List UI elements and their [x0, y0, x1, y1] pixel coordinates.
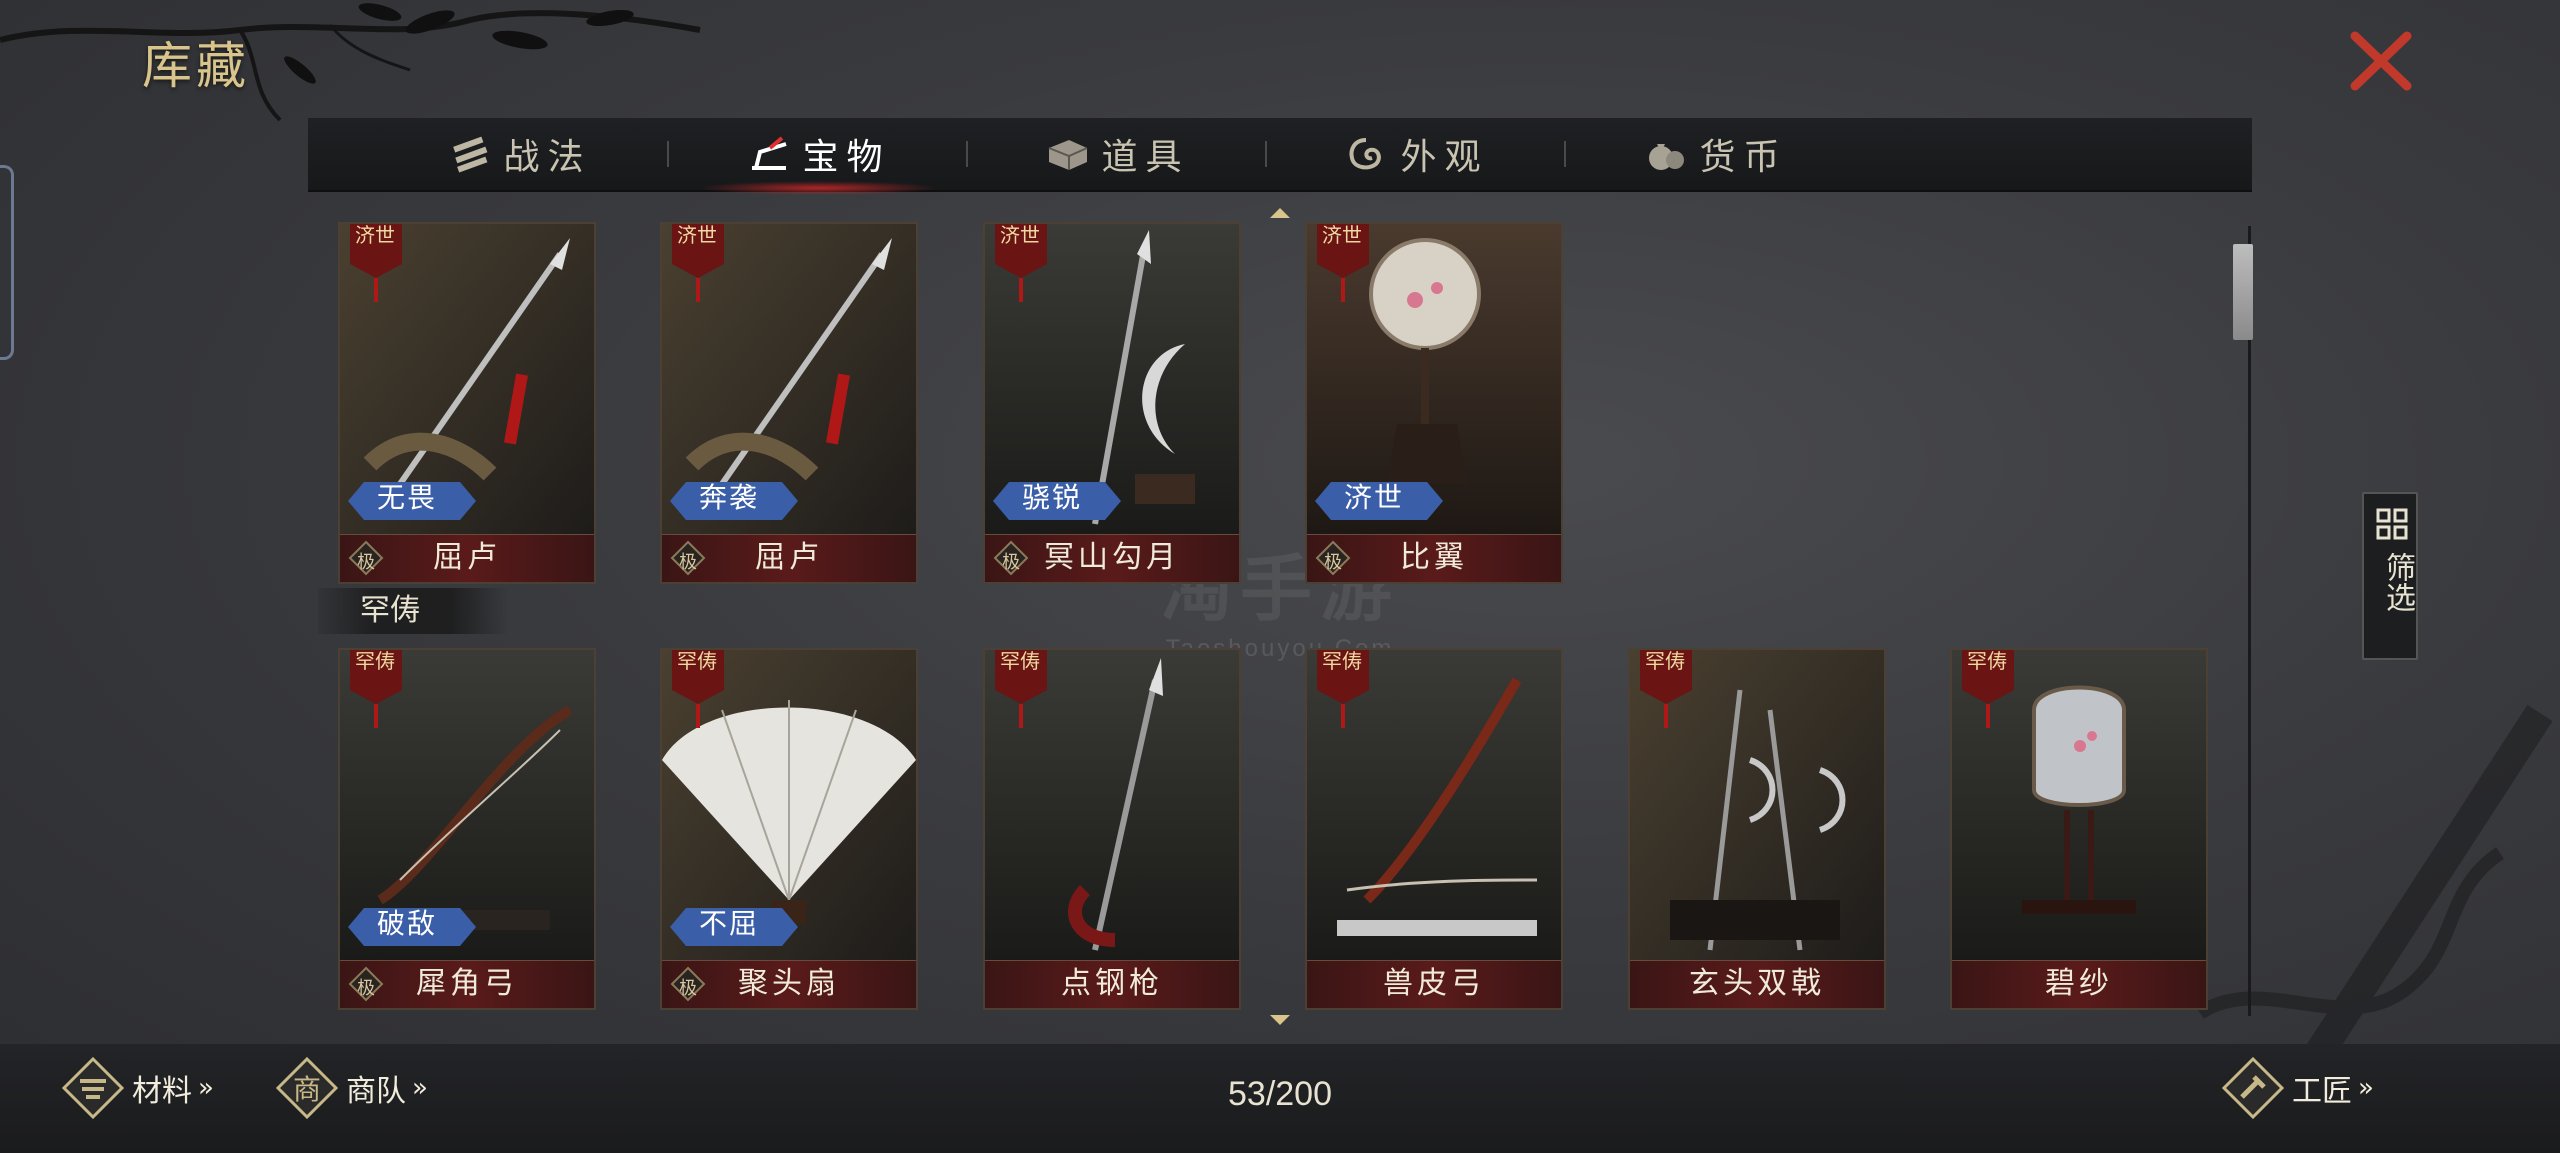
treasure-icon [752, 136, 788, 170]
tab-tactics[interactable]: 战法 [370, 117, 669, 191]
scroll-bundle-icon [453, 136, 488, 173]
card-name: 屈卢 [433, 540, 501, 575]
swirl-icon [1350, 138, 1382, 170]
treasure-card[interactable]: 罕俦 不屈 极 聚头扇 [660, 648, 918, 1010]
money-bag-icon [1649, 144, 1685, 170]
scroll-up-arrow-icon[interactable] [1268, 206, 1292, 220]
filter-label: 筛选 [2380, 552, 2415, 612]
card-name: 兽皮弓 [1383, 966, 1485, 1001]
materials-button[interactable]: 材料 » [62, 1057, 214, 1119]
trait-badge-label: 破敌 [376, 907, 437, 940]
treasure-card[interactable]: 济世 济世 极 比翼 [1305, 222, 1563, 584]
treasure-card[interactable]: 济世 无畏 极 屈卢 [338, 222, 596, 584]
scrollbar-track[interactable] [2248, 226, 2251, 1016]
tab-currency[interactable]: 货币 [1566, 117, 1865, 191]
craftsman-button[interactable]: 工匠 » [2222, 1057, 2374, 1119]
card-name: 碧纱 [2045, 966, 2113, 1001]
trait-badge-label: 无畏 [376, 481, 437, 514]
card-name: 聚头扇 [738, 966, 840, 1001]
card-name: 点钢枪 [1061, 966, 1163, 1001]
svg-text:商: 商 [293, 1073, 321, 1106]
card-name: 犀角弓 [416, 966, 518, 1001]
craftsman-icon [2222, 1057, 2284, 1119]
tab-label: 道具 [1101, 137, 1190, 178]
treasure-card[interactable]: 罕俦 玄头双戟 [1628, 648, 1886, 1010]
scroll-down-arrow-icon[interactable] [1268, 1013, 1292, 1027]
close-icon[interactable] [2345, 30, 2417, 92]
tab-label: 战法 [503, 137, 592, 178]
treasure-card[interactable]: 济世 奔袭 极 屈卢 [660, 222, 918, 584]
trait-badge-label: 不屈 [698, 907, 759, 940]
trait-badge-label: 骁锐 [1021, 481, 1082, 514]
category-tabs: 战法 宝物 道具 外观 货币 [308, 117, 2252, 195]
scrollbar-thumb[interactable] [2233, 244, 2253, 340]
grid-icon [2376, 508, 2408, 540]
caravan-icon: 商 [276, 1057, 338, 1119]
treasure-card[interactable]: 罕俦 兽皮弓 [1305, 648, 1563, 1010]
materials-icon [62, 1057, 124, 1119]
chest-icon [1049, 140, 1088, 170]
treasure-card[interactable]: 罕俦 点钢枪 [983, 648, 1241, 1010]
card-name: 比翼 [1400, 540, 1468, 575]
card-name: 冥山勾月 [1044, 540, 1180, 575]
treasure-card[interactable]: 罕俦 碧纱 [1950, 648, 2208, 1010]
tab-items[interactable]: 道具 [968, 117, 1267, 191]
trait-badge-label: 济世 [1343, 481, 1404, 514]
filter-button[interactable]: 筛选 [2362, 492, 2418, 660]
section-header-rare: 罕俦 [318, 588, 508, 634]
inventory-count: 53/200 [1228, 1075, 1332, 1113]
page-title: 库藏 [142, 37, 250, 95]
tab-label: 外观 [1400, 137, 1489, 178]
tab-label: 宝物 [802, 137, 891, 178]
tab-label: 货币 [1699, 137, 1788, 178]
trait-badge-label: 奔袭 [698, 481, 759, 514]
caravan-button[interactable]: 商 商队 » [276, 1057, 428, 1119]
card-name: 玄头双戟 [1689, 966, 1825, 1001]
side-drawer-handle[interactable] [0, 165, 14, 360]
tab-treasure[interactable]: 宝物 [669, 117, 968, 195]
card-name: 屈卢 [755, 540, 823, 575]
tab-appearance[interactable]: 外观 [1267, 117, 1566, 191]
treasure-card[interactable]: 济世 骁锐 极 冥山勾月 [983, 222, 1241, 584]
treasure-card[interactable]: 罕俦 破敌 极 犀角弓 [338, 648, 596, 1010]
